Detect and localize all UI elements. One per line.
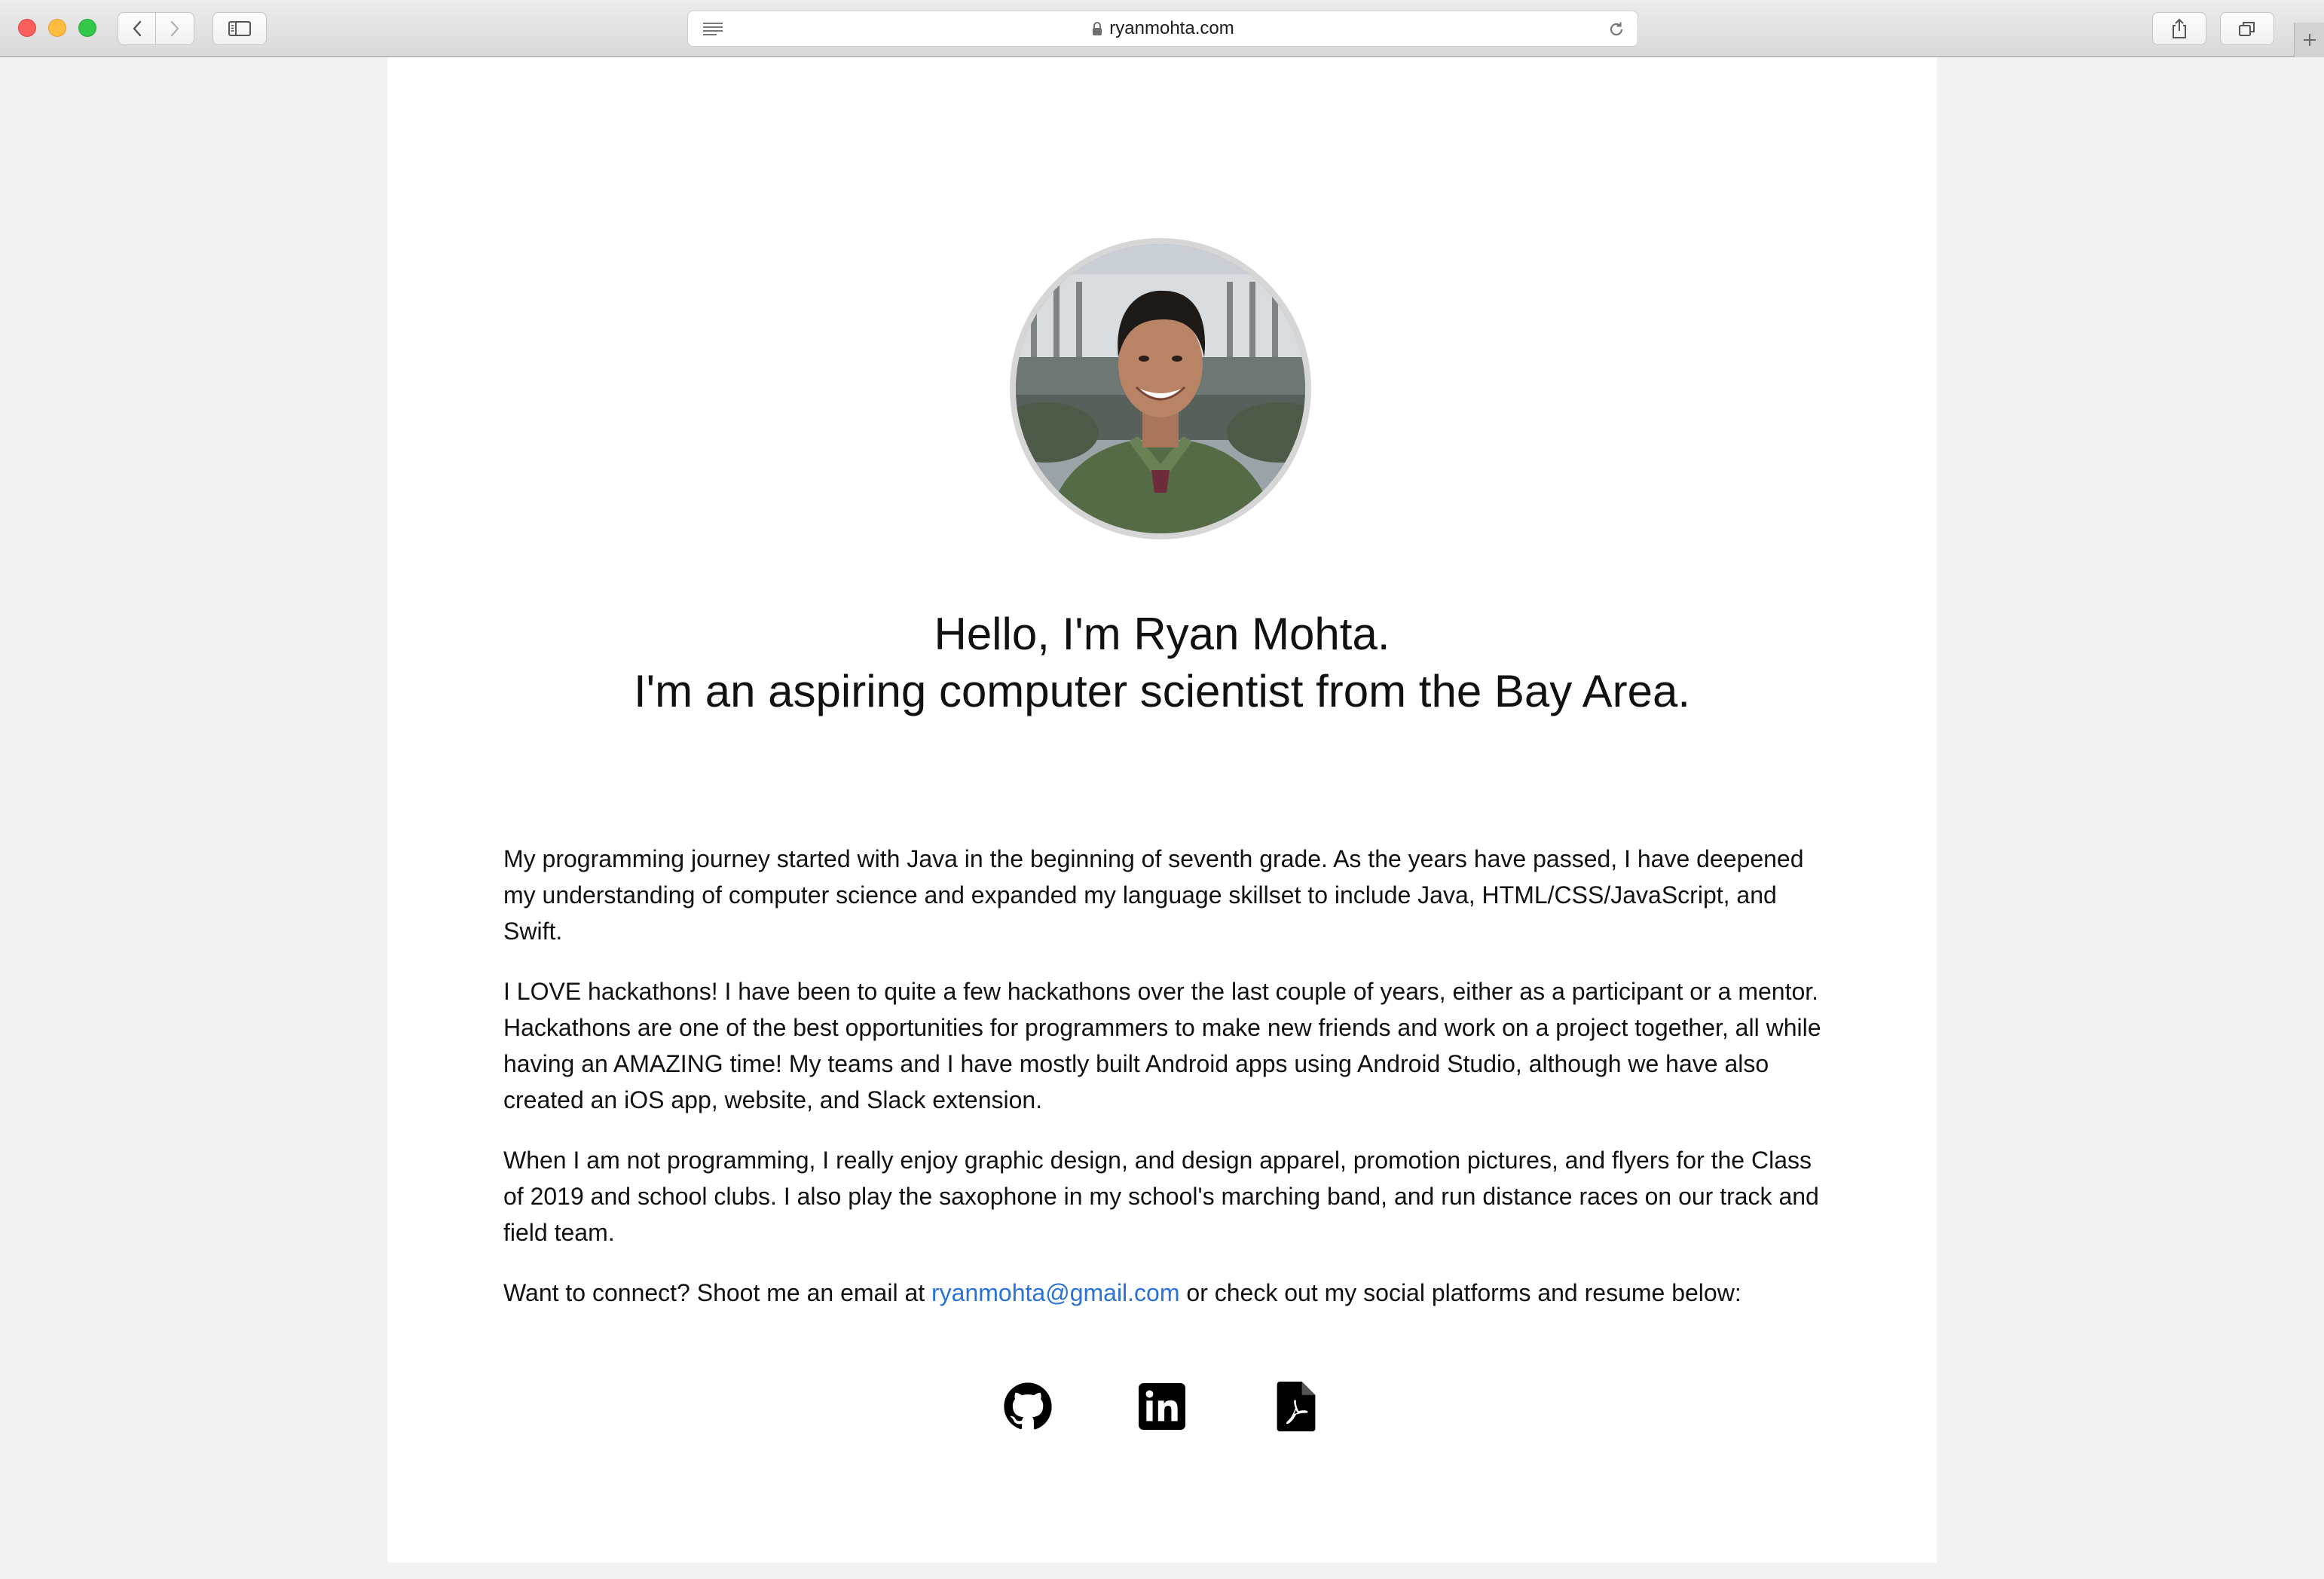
resume-link[interactable] — [1267, 1377, 1326, 1436]
bio-paragraph-1: My programming journey started with Java… — [503, 845, 1804, 945]
intro-headline: Hello, I'm Ryan Mohta. I'm an aspiring c… — [387, 606, 1937, 720]
url-display: ryanmohta.com — [688, 11, 1638, 46]
page-content: Hello, I'm Ryan Mohta. I'm an aspiring c… — [387, 57, 1937, 1562]
browser-toolbar: ryanmohta.com — [0, 0, 2324, 57]
zoom-window-button[interactable] — [78, 19, 96, 37]
headline-line-1: Hello, I'm Ryan Mohta. — [934, 609, 1390, 659]
portrait-image — [1016, 244, 1305, 533]
linkedin-link[interactable] — [1133, 1377, 1191, 1436]
email-link[interactable]: ryanmohta@gmail.com — [931, 1279, 1179, 1306]
sidebar-icon — [228, 21, 251, 36]
bio-paragraph-3: When I am not programming, I really enjo… — [503, 1147, 1819, 1246]
github-link[interactable] — [998, 1377, 1057, 1436]
github-icon — [1004, 1382, 1052, 1430]
chevron-left-icon — [133, 20, 141, 37]
minimize-window-button[interactable] — [48, 19, 66, 37]
contact-prefix: Want to connect? Shoot me an email at — [503, 1279, 932, 1306]
url-text: ryanmohta.com — [1109, 18, 1234, 38]
lock-icon — [1093, 22, 1102, 35]
bio-section: My programming journey started with Java… — [503, 841, 1837, 1335]
close-window-button[interactable] — [18, 19, 36, 37]
back-button[interactable] — [118, 12, 156, 45]
new-tab-button[interactable] — [2294, 23, 2324, 57]
reload-icon[interactable] — [1607, 20, 1625, 38]
share-button[interactable] — [2152, 12, 2206, 45]
profile-photo — [1010, 238, 1311, 539]
tabs-icon — [2239, 22, 2255, 36]
share-icon — [2173, 18, 2186, 38]
contact-suffix: or check out my social platforms and res… — [1179, 1279, 1741, 1306]
plus-icon — [2303, 34, 2316, 46]
navigation-buttons — [118, 12, 194, 45]
chevron-right-icon — [170, 20, 179, 37]
bio-paragraph-2: I LOVE hackathons! I have been to quite … — [503, 978, 1821, 1113]
tab-overview-button[interactable] — [2220, 12, 2274, 45]
social-links — [387, 1377, 1937, 1436]
linkedin-icon — [1139, 1383, 1185, 1430]
pdf-icon — [1277, 1382, 1316, 1431]
sidebar-toggle-button[interactable] — [213, 12, 267, 45]
browser-window: ryanmohta.com Hello, I'm Ryan Mohta. I'm… — [0, 0, 2324, 1579]
forward-button[interactable] — [156, 12, 194, 45]
headline-line-2: I'm an aspiring computer scientist from … — [633, 666, 1691, 716]
contact-paragraph: Want to connect? Shoot me an email at ry… — [503, 1275, 1837, 1311]
address-bar[interactable]: ryanmohta.com — [687, 11, 1638, 47]
